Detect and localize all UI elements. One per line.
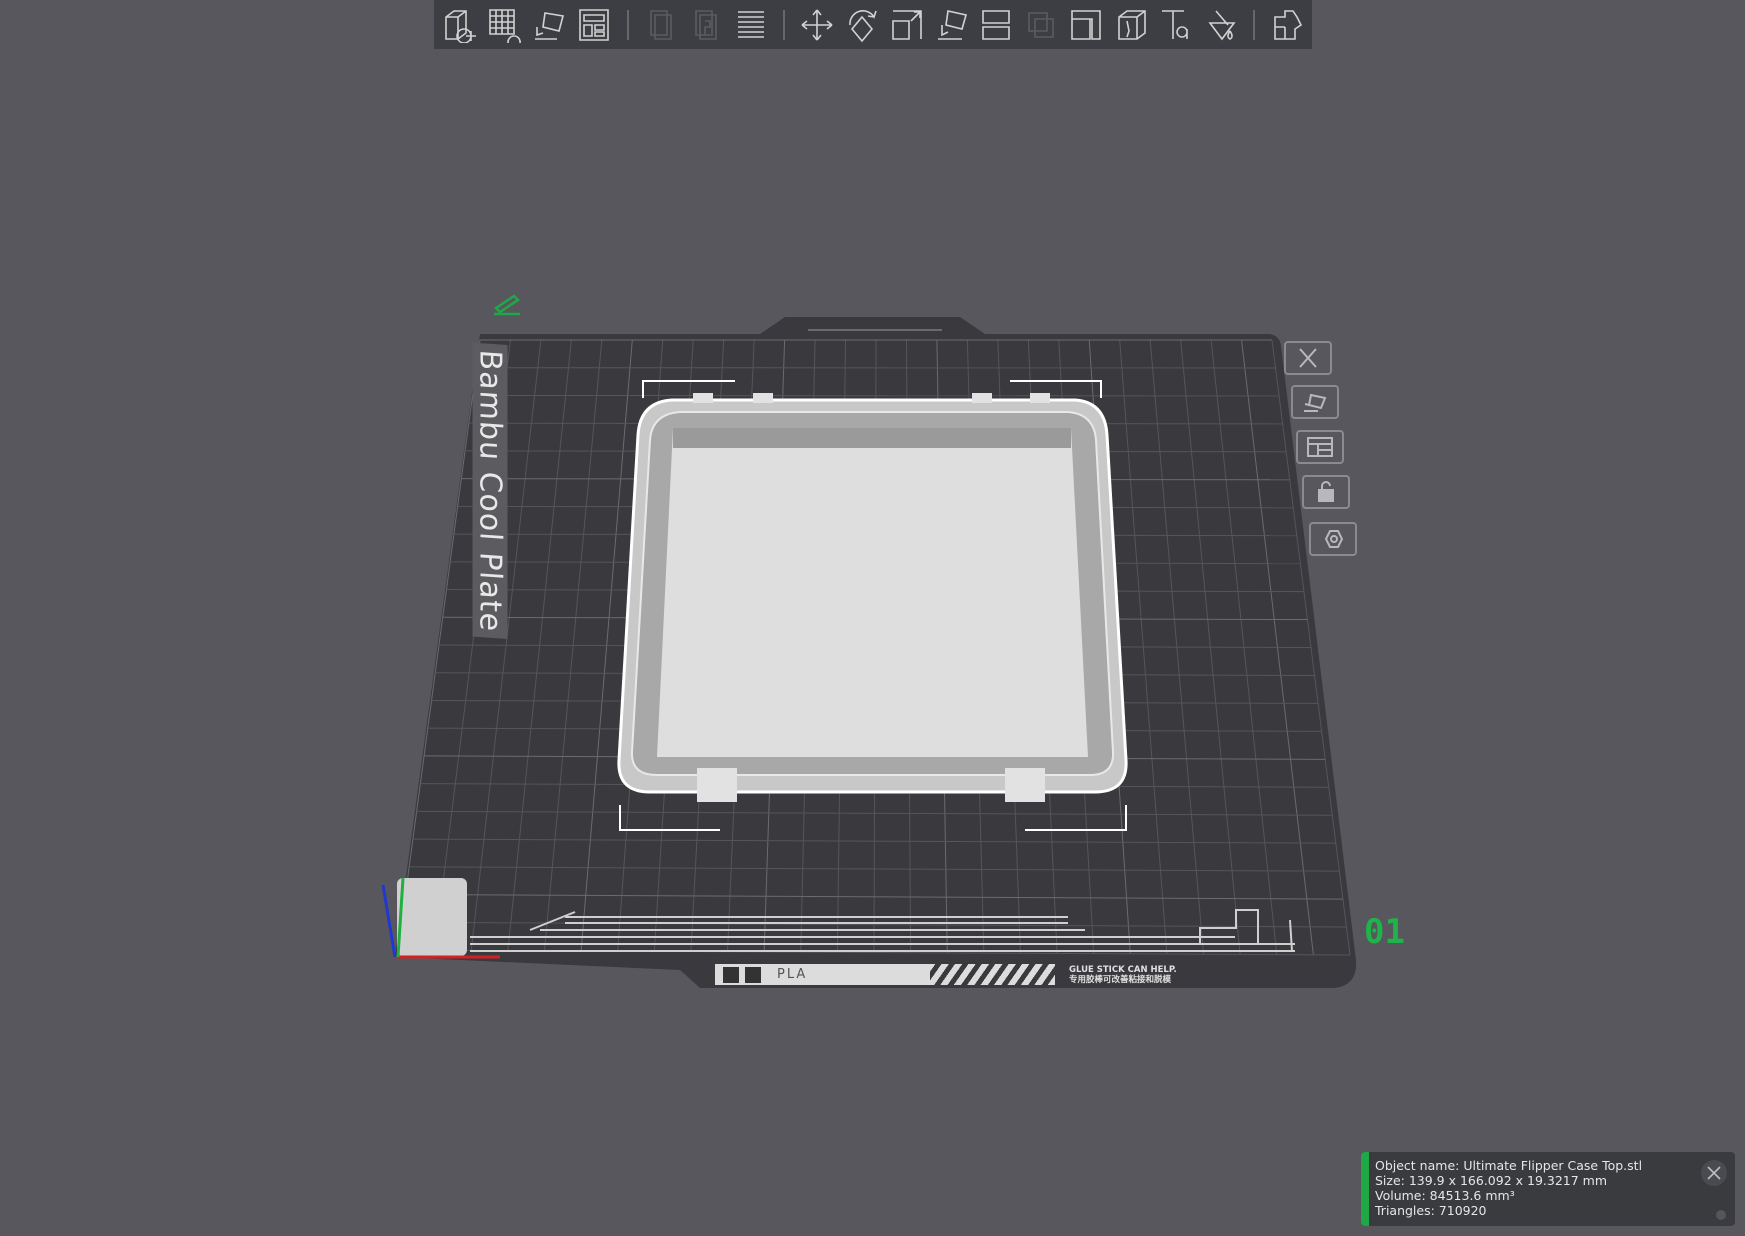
close-icon — [1707, 1166, 1721, 1180]
add-plate-button[interactable] — [485, 5, 525, 45]
toolbar-separator — [627, 9, 630, 40]
assembly-icon — [1274, 9, 1303, 40]
color-paint-icon — [1208, 9, 1236, 40]
split-objects-icon — [650, 9, 672, 40]
add-object-button[interactable] — [440, 5, 480, 45]
assembly-button[interactable] — [1267, 5, 1307, 45]
info-accent-bar — [1361, 1152, 1369, 1226]
toolbar-separator — [783, 9, 786, 40]
seam-paint-icon — [1117, 9, 1146, 40]
toolbar-separator — [1253, 9, 1256, 40]
scale-button[interactable] — [887, 5, 927, 45]
lay-on-face-button[interactable] — [932, 5, 972, 45]
object-name: Object name: Ultimate Flipper Case Top.s… — [1375, 1158, 1643, 1173]
cut-icon — [982, 9, 1011, 40]
object-volume: Volume: 84513.6 mm³ — [1375, 1188, 1515, 1203]
edit-plate-name-icon[interactable] — [494, 294, 520, 316]
object-info-panel: Object name: Ultimate Flipper Case Top.s… — [1361, 1152, 1735, 1226]
support-paint-icon — [1071, 9, 1101, 40]
plate-material-strip: PLA GLUE STICK CAN HELP. 专用胶棒可改善粘接和脱模 — [715, 963, 1217, 986]
arrange-button[interactable] — [574, 5, 614, 45]
split-objects-button[interactable] — [641, 5, 681, 45]
layers-button[interactable] — [731, 5, 771, 45]
close-plate-button[interactable] — [1284, 341, 1332, 375]
lock-plate-button[interactable] — [1302, 475, 1350, 509]
plate-material: PLA — [777, 967, 808, 982]
auto-orient-plate-button[interactable] — [1291, 385, 1339, 419]
auto-orient-icon — [535, 11, 565, 40]
plate-handle — [760, 317, 985, 334]
rotate-icon — [849, 9, 877, 42]
minimize-info-button[interactable] — [1716, 1210, 1726, 1220]
add-object-icon — [445, 9, 476, 43]
boolean-button[interactable] — [1021, 5, 1061, 45]
close-info-button[interactable] — [1701, 1160, 1727, 1186]
move-button[interactable] — [797, 5, 837, 45]
lay-on-face-icon — [937, 9, 967, 40]
arrange-plate-button[interactable] — [1296, 430, 1344, 464]
cut-button[interactable] — [977, 5, 1017, 45]
seam-paint-button[interactable] — [1111, 5, 1151, 45]
arrange-icon — [1307, 437, 1333, 457]
plate-type-label: Bambu Cool Plate — [468, 342, 512, 639]
object-size: Size: 139.9 x 166.092 x 19.3217 mm — [1375, 1173, 1608, 1188]
split-parts-icon — [694, 9, 717, 40]
color-paint-button[interactable] — [1200, 5, 1240, 45]
hatch-pattern — [930, 964, 1055, 985]
auto-orient-button[interactable] — [530, 5, 570, 45]
scale-icon — [892, 9, 922, 40]
object-triangles: Triangles: 710920 — [1375, 1203, 1487, 1218]
arrange-icon — [579, 8, 610, 41]
close-icon — [1299, 348, 1317, 368]
plate-tip: GLUE STICK CAN HELP. 专用胶棒可改善粘接和脱模 — [1069, 964, 1177, 985]
split-parts-button[interactable] — [686, 5, 726, 45]
hex-settings-icon — [1324, 530, 1344, 548]
auto-orient-icon — [1304, 393, 1327, 412]
plate-logo-icon — [723, 966, 739, 983]
wipe-tower — [397, 878, 467, 956]
3d-viewport[interactable] — [0, 0, 1745, 1236]
plate-number: 01 — [1364, 912, 1405, 952]
add-plate-icon — [488, 8, 521, 43]
move-icon — [801, 9, 833, 40]
rotate-button[interactable] — [842, 5, 882, 45]
model-ultimate-flipper-case-top[interactable] — [617, 380, 1128, 831]
boolean-icon — [1028, 11, 1055, 38]
top-toolbar — [434, 0, 1312, 49]
lock-icon — [1318, 481, 1334, 502]
text-icon — [1161, 9, 1188, 39]
plate-settings-button[interactable] — [1309, 522, 1357, 556]
layers-icon — [737, 10, 764, 38]
plate-qr-icon — [745, 966, 761, 983]
support-paint-button[interactable] — [1066, 5, 1106, 45]
text-button[interactable] — [1156, 5, 1196, 45]
